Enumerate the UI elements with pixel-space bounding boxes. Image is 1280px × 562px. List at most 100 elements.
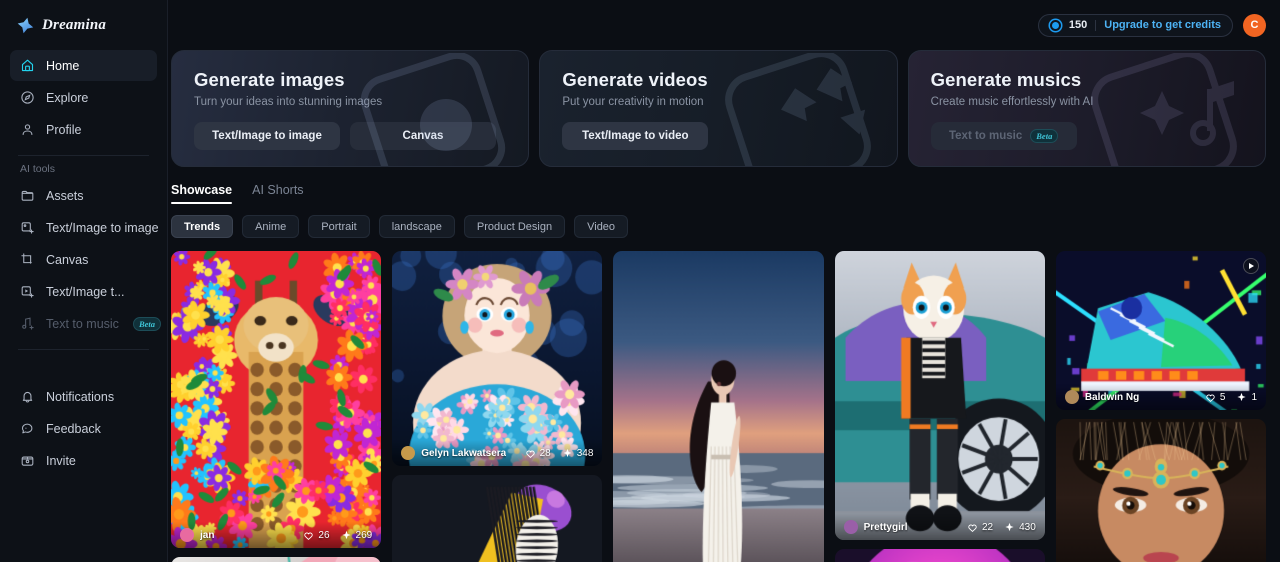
sidebar-item-assets[interactable]: Assets [10, 180, 157, 211]
music-plus-icon [20, 316, 35, 331]
tile-username[interactable]: Gelyn Lakwatsera [421, 448, 506, 459]
sidebar-item-explore[interactable]: Explore [10, 82, 157, 113]
sidebar-item-feedback[interactable]: Feedback [10, 413, 157, 444]
sidebar-item-profile[interactable]: Profile [10, 114, 157, 145]
gallery-column: jan 26 269 [171, 251, 381, 562]
heart-icon [1205, 392, 1216, 403]
remix-stat[interactable]: 269 [341, 530, 373, 541]
avatar[interactable] [1065, 390, 1079, 404]
hero-actions: Text to music Beta [931, 122, 1243, 150]
tile-overlay: Gelyn Lakwatsera 28 348 [392, 440, 602, 466]
avatar[interactable] [844, 520, 858, 534]
gallery-tile[interactable] [1056, 419, 1266, 562]
sidebar-item-text-image-to-video[interactable]: Text/Image t... [10, 276, 157, 307]
heart-icon [525, 448, 536, 459]
sidebar-item-home[interactable]: Home [10, 50, 157, 81]
gallery-tile[interactable]: Baldwin Ng 5 1 [1056, 251, 1266, 410]
content-tabs: Showcase AI Shorts [168, 167, 1280, 204]
gallery-tile[interactable] [613, 251, 823, 562]
sidebar-item-notifications[interactable]: Notifications [10, 381, 157, 412]
hero-card-generate-videos[interactable]: Generate videos Put your creativity in m… [539, 50, 897, 167]
tab-showcase[interactable]: Showcase [171, 183, 232, 204]
sparkle-icon [1004, 522, 1015, 533]
compass-icon [20, 90, 35, 105]
gallery-tile[interactable]: jan 26 269 [171, 251, 381, 548]
sidebar-item-label: Explore [46, 91, 88, 105]
canvas-button[interactable]: Canvas [350, 122, 496, 150]
hero-actions: Text/Image to image Canvas [194, 122, 506, 150]
tile-overlay: Prettygirl 22 430 [835, 514, 1045, 540]
play-icon[interactable] [1243, 258, 1259, 274]
folder-icon [20, 188, 35, 203]
tile-username[interactable]: jan [200, 530, 214, 541]
tile-stats: 51 [1205, 392, 1257, 403]
credits-count: 150 [1069, 19, 1087, 31]
sidebar-tools-nav: Assets Text/Image to image Canvas Text/I… [10, 180, 157, 340]
chip-trends[interactable]: Trends [171, 215, 233, 238]
main-content: 150 Upgrade to get credits C Generate im… [168, 0, 1280, 562]
invite-icon [20, 453, 35, 468]
avatar[interactable] [180, 528, 194, 542]
image-plus-icon [20, 220, 35, 235]
remix-stat[interactable]: 430 [1004, 522, 1036, 533]
hero-title: Generate images [194, 69, 506, 91]
sidebar-item-invite[interactable]: Invite [10, 445, 157, 476]
text-image-to-image-button[interactable]: Text/Image to image [194, 122, 340, 150]
chip-anime[interactable]: Anime [242, 215, 299, 238]
like-stat[interactable]: 5 [1205, 392, 1226, 403]
sparkle-icon [1236, 392, 1247, 403]
gallery-tile[interactable] [171, 557, 381, 562]
like-stat[interactable]: 26 [303, 530, 329, 541]
avatar[interactable]: C [1243, 14, 1266, 37]
chip-product-design[interactable]: Product Design [464, 215, 565, 238]
sidebar-divider-bottom [18, 349, 149, 350]
gallery-artwork [835, 251, 1045, 540]
tile-stats: 26 269 [303, 530, 372, 541]
sidebar-item-label: Home [46, 59, 79, 73]
remix-count: 430 [1019, 522, 1036, 533]
sidebar-item-text-to-music[interactable]: Text to music Beta [10, 308, 157, 339]
sidebar-footer-nav: Notifications Feedback Invite [10, 381, 157, 477]
chip-portrait[interactable]: Portrait [308, 215, 369, 238]
tile-stats: 22 430 [967, 522, 1036, 533]
like-stat[interactable]: 22 [967, 522, 993, 533]
like-stat[interactable]: 28 [525, 448, 551, 459]
avatar[interactable] [401, 446, 415, 460]
remix-count: 269 [356, 530, 373, 541]
sidebar-item-text-image-to-image[interactable]: Text/Image to image [10, 212, 157, 243]
bell-icon [20, 389, 35, 404]
hero-card-generate-images[interactable]: Generate images Turn your ideas into stu… [171, 50, 529, 167]
gallery-tile[interactable]: Prettygirl 22 430 [835, 251, 1045, 540]
hero-card-generate-musics[interactable]: Generate musics Create music effortlessl… [908, 50, 1266, 167]
tile-username[interactable]: Prettygirl [864, 522, 908, 533]
hero-subtitle: Turn your ideas into stunning images [194, 96, 506, 108]
sidebar-item-label: Notifications [46, 390, 114, 404]
gallery-tile[interactable] [392, 475, 602, 562]
hero-actions: Text/Image to video [562, 122, 874, 150]
remix-stat[interactable]: 1 [1236, 392, 1257, 403]
showcase-gallery: jan 26 269 Gelyn Lakwatsera 28 348 Prettygirl 2… [168, 238, 1280, 562]
brand[interactable]: Dreamina [10, 0, 157, 50]
remix-stat[interactable]: 348 [562, 448, 594, 459]
tab-ai-shorts[interactable]: AI Shorts [252, 183, 303, 204]
gallery-artwork [392, 251, 602, 466]
chip-landscape[interactable]: landscape [379, 215, 455, 238]
filter-chips: Trends Anime Portrait landscape Product … [168, 204, 1280, 238]
text-to-music-button[interactable]: Text to music Beta [931, 122, 1077, 150]
gallery-column: Gelyn Lakwatsera 28 348 [392, 251, 602, 562]
sparkle-icon [562, 448, 573, 459]
sidebar: Dreamina Home Explore Profile AI tools A… [0, 0, 168, 562]
text-image-to-video-button[interactable]: Text/Image to video [562, 122, 708, 150]
upgrade-link[interactable]: Upgrade to get credits [1104, 19, 1221, 31]
tile-username[interactable]: Baldwin Ng [1085, 392, 1139, 403]
chip-video[interactable]: Video [574, 215, 628, 238]
sidebar-item-canvas[interactable]: Canvas [10, 244, 157, 275]
credits-pill[interactable]: 150 Upgrade to get credits [1038, 14, 1233, 37]
gallery-tile[interactable]: Gelyn Lakwatsera 28 348 [392, 251, 602, 466]
sidebar-divider-top [18, 155, 149, 156]
gallery-artwork [392, 475, 602, 562]
sparkle-icon [341, 530, 352, 541]
gallery-tile[interactable] [835, 549, 1045, 562]
chat-icon [20, 421, 35, 436]
gallery-column: Prettygirl 22 430 [835, 251, 1045, 562]
